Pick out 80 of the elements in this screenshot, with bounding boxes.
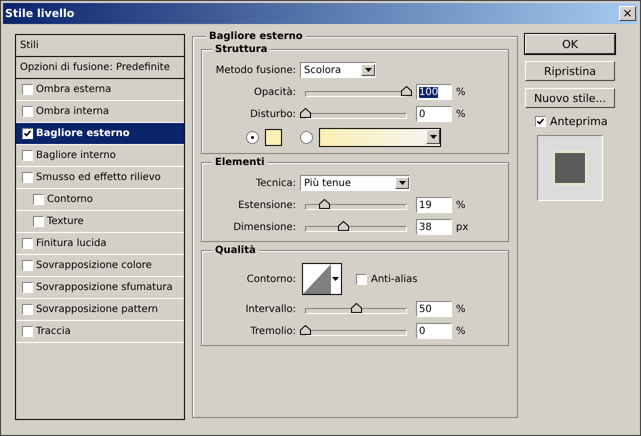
style-list-item[interactable]: Ombra esterna [36, 84, 112, 95]
slider-label: Opacità: [252, 86, 296, 98]
style-list-item[interactable]: Ombra interna [36, 106, 109, 117]
style-list-item[interactable]: Finitura lucida [36, 238, 106, 249]
value-field[interactable]: 50 [416, 301, 452, 317]
field-label: Metodo fusione: [214, 64, 296, 76]
dialog-button[interactable]: Ripristina [525, 61, 615, 81]
unit-label: % [456, 326, 466, 336]
slider-thumb[interactable] [300, 325, 311, 335]
checkbox[interactable] [22, 260, 33, 271]
checkbox[interactable] [22, 282, 33, 293]
style-list-item[interactable]: Sovrapposizione pattern [36, 304, 158, 315]
checkbox[interactable] [22, 172, 33, 183]
radio-button[interactable] [300, 131, 313, 144]
style-list-item[interactable]: Bagliore interno [36, 150, 116, 161]
slider-thumb[interactable] [300, 108, 311, 118]
checkbox[interactable] [22, 304, 33, 315]
style-list-item[interactable]: Contorno [47, 194, 93, 205]
panel-title: Bagliore esterno [206, 31, 306, 42]
field-label: Tecnica: [254, 178, 296, 188]
checkbox[interactable] [33, 194, 44, 205]
dropdown-arrow-icon [332, 277, 338, 281]
checkmark-icon [537, 118, 544, 125]
slider-label: Tremolio: [249, 326, 296, 336]
dropdown-arrow-icon [398, 181, 406, 185]
group-title: Struttura [212, 44, 270, 55]
slider-thumb[interactable] [338, 221, 350, 231]
slider-thumb[interactable] [350, 303, 362, 313]
contour-curve-icon [303, 264, 331, 294]
checkbox-label: Anti-alias [371, 274, 418, 284]
checkbox[interactable] [22, 238, 33, 249]
slider-thumb[interactable] [319, 199, 330, 209]
slider-label: Estensione: [237, 200, 296, 210]
dropdown-arrow-icon [364, 68, 372, 72]
slider-label: Dimensione: [232, 222, 296, 232]
checkbox-label: Anteprima [550, 115, 608, 128]
preview-swatch [555, 153, 585, 183]
checkbox[interactable] [22, 326, 33, 337]
group-title: Qualità [212, 245, 259, 256]
style-list-item[interactable]: Traccia [36, 326, 71, 337]
unit-label: % [456, 200, 466, 210]
checkmark-icon [24, 130, 31, 137]
window-title: Stile livello [5, 7, 74, 20]
checkbox[interactable] [22, 150, 33, 161]
style-list-header[interactable]: Stili [16, 35, 184, 57]
checkbox[interactable] [22, 128, 33, 139]
contour-picker[interactable] [302, 263, 342, 295]
slider-label: Disturbo: [249, 108, 296, 120]
unit-label: % [456, 108, 466, 120]
slider-label: Intervallo: [244, 304, 296, 314]
close-button[interactable]: × [619, 6, 636, 21]
dropdown[interactable]: Scolora [300, 62, 376, 78]
dropdown-arrow-icon [430, 134, 436, 138]
field-label: Contorno: [246, 274, 296, 284]
slider-thumb[interactable] [401, 86, 412, 96]
unit-label: % [456, 304, 466, 314]
radio-button[interactable] [246, 131, 259, 144]
checkbox[interactable] [535, 116, 546, 127]
value-field[interactable]: 0 [416, 106, 452, 122]
checkbox[interactable] [22, 106, 33, 117]
value-field[interactable]: 38 [416, 219, 452, 235]
style-list-item[interactable]: Texture [47, 216, 84, 227]
style-list-header[interactable]: Opzioni di fusione: Predefinite [16, 57, 184, 79]
value-field[interactable]: 0 [416, 323, 452, 339]
dropdown[interactable]: Più tenue [300, 175, 410, 191]
unit-label: % [456, 86, 466, 98]
checkbox[interactable] [22, 84, 33, 95]
checkbox[interactable] [33, 216, 44, 227]
gradient-picker[interactable] [319, 128, 441, 147]
dialog-button[interactable]: Nuovo stile... [525, 88, 615, 108]
style-list-item[interactable]: Smusso ed effetto rilievo [36, 172, 161, 183]
color-swatch[interactable] [265, 129, 282, 146]
value-field[interactable]: 19 [416, 197, 452, 213]
unit-label: px [456, 222, 468, 232]
checkbox[interactable] [356, 274, 367, 284]
value-field[interactable]: 100 [416, 84, 452, 100]
style-list-item[interactable]: Sovrapposizione colore [36, 260, 152, 271]
group-title: Elementi [212, 157, 268, 168]
style-list-item[interactable]: Sovrapposizione sfumatura [36, 282, 173, 293]
dialog-button[interactable]: OK [525, 34, 615, 54]
